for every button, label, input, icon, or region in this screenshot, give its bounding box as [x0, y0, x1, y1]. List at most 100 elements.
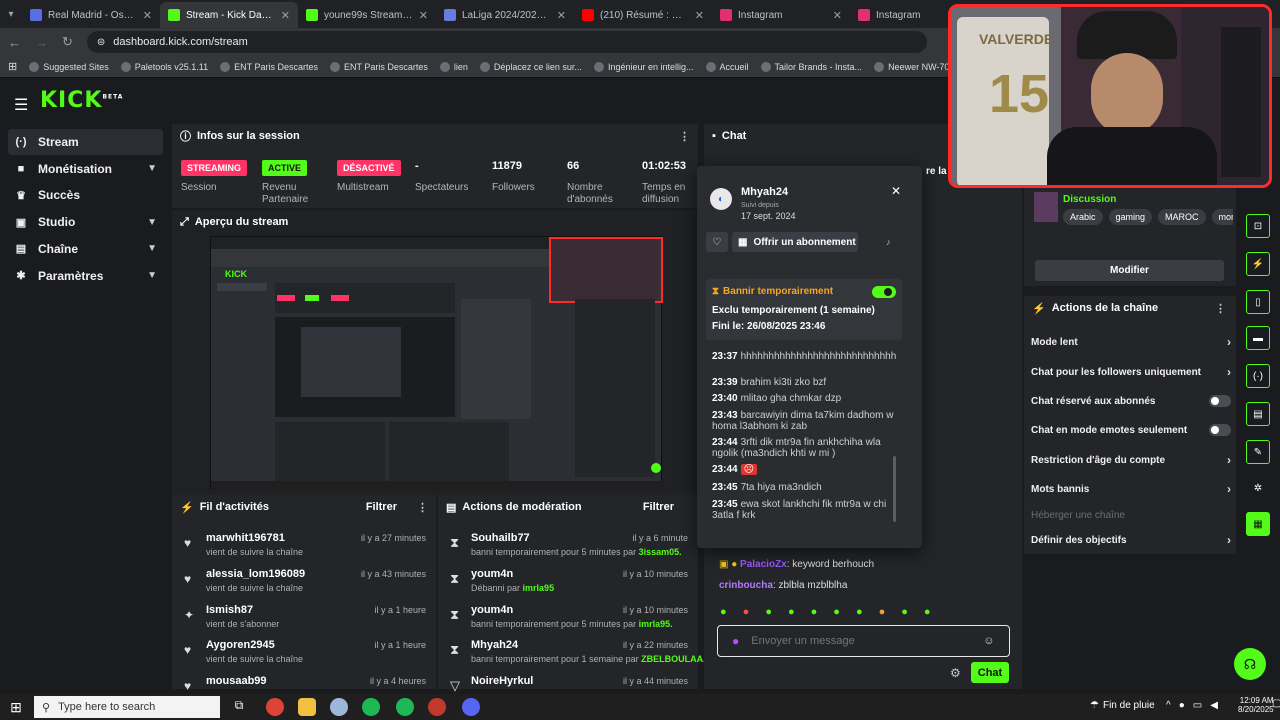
tab-close-icon[interactable]: ✕	[143, 9, 152, 22]
emote-icon[interactable]: ●	[924, 606, 931, 620]
more-icon[interactable]: ⋮	[1215, 302, 1226, 315]
toggle-switch[interactable]	[872, 286, 896, 298]
chevron-up-icon[interactable]: ^	[1166, 700, 1171, 711]
tag-pill[interactable]: moroc	[1211, 209, 1233, 225]
sidebar-item-1[interactable]: ■ Monétisation ▼	[8, 156, 163, 182]
windows-start-icon[interactable]: ⊞	[0, 699, 32, 716]
moderator-name[interactable]: 3issam05.	[639, 547, 682, 557]
browser-tab[interactable]: Real Madrid - Osasuna sc ✕	[22, 2, 160, 28]
bookmark-item[interactable]: Suggested Sites	[29, 61, 109, 72]
activity-item[interactable]: ✦ Ismish87 vient de s'abonner il y a 1 heur…	[180, 602, 430, 638]
layers-icon[interactable]: ▤	[1246, 402, 1270, 426]
spotify-icon[interactable]	[396, 698, 414, 716]
app-icon[interactable]	[428, 698, 446, 716]
chat-message[interactable]: crinboucha: zblbla mzblblha	[719, 580, 847, 591]
channel-action-item[interactable]: Mode lent ›	[1031, 332, 1231, 352]
emote-icon[interactable]: ●	[720, 606, 727, 620]
chat-message[interactable]: ▣ ● PalacioZx: keyword berhouch	[719, 559, 874, 570]
browser-tab[interactable]: Instagram ✕	[712, 2, 850, 28]
sidebar-item-0[interactable]: (·) Stream	[8, 129, 163, 155]
tab-close-icon[interactable]: ✕	[557, 9, 566, 22]
tab-close-icon[interactable]: ✕	[281, 9, 290, 22]
bookmark-item[interactable]: ENT Paris Descartes	[220, 61, 318, 72]
forward-icon[interactable]: →	[35, 35, 48, 50]
microphone-icon[interactable]: ●	[732, 634, 739, 648]
history-scrollbar[interactable]	[893, 456, 896, 522]
sidebar-item-2[interactable]: ♛ Succès	[8, 182, 163, 208]
emote-icon[interactable]: ●	[743, 606, 750, 620]
menu-icon[interactable]: ☰	[14, 95, 28, 115]
channel-action-item[interactable]: Chat en mode emotes seulement	[1031, 420, 1231, 440]
chat-username[interactable]: PalacioZx	[740, 559, 787, 570]
channel-action-item[interactable]: Chat pour les followers uniquement ›	[1031, 362, 1231, 382]
follow-heart-button[interactable]: ♡	[706, 232, 728, 252]
chat-message-input[interactable]	[751, 635, 972, 647]
bookmark-item[interactable]: Ingénieur en intellig...	[593, 61, 694, 72]
browser-tab[interactable]: LaLiga 2024/2025 classem ✕	[436, 2, 574, 28]
tab-close-icon[interactable]: ✕	[695, 9, 704, 22]
task-view-icon[interactable]: ⧉	[230, 698, 248, 716]
activity-filter-button[interactable]: Filtrer	[366, 501, 397, 513]
bookmark-item[interactable]: lien	[439, 61, 468, 72]
stream-preview-video[interactable]: KICK	[210, 236, 663, 491]
volume-icon[interactable]: ◀	[1210, 700, 1218, 711]
ban-toggle[interactable]	[872, 286, 896, 298]
url-field[interactable]: ⊜ dashboard.kick.com/stream	[86, 31, 927, 53]
scan-icon[interactable]: ⊡	[1246, 214, 1270, 238]
bolt-icon[interactable]: ⚡	[1246, 252, 1270, 276]
clock[interactable]: 12:09 AM 8/20/2025	[1238, 696, 1274, 714]
moderation-item[interactable]: ⧗ youm4n Débanni par imrla95 il y a 10 minu…	[444, 567, 692, 603]
channel-action-item[interactable]: Chat réservé aux abonnés	[1031, 391, 1231, 411]
emote-icon[interactable]: ●	[901, 606, 908, 620]
moderator-name[interactable]: imrla95.	[639, 619, 673, 629]
network-icon[interactable]: ▭	[1193, 700, 1202, 711]
apps-icon[interactable]: ⊞	[8, 60, 17, 73]
bookmark-item[interactable]: Tailor Brands - Insta...	[760, 61, 862, 72]
modify-button[interactable]: Modifier	[1035, 260, 1224, 281]
tab-close-icon[interactable]: ✕	[419, 9, 428, 22]
tag-pill[interactable]: gaming	[1108, 209, 1153, 225]
gift-sub-button[interactable]: ▦ Offrir un abonnement	[732, 232, 858, 252]
browser-tab[interactable]: Stream - Kick Dashboard ✕	[160, 2, 298, 28]
back-icon[interactable]: ←	[8, 35, 21, 50]
chat-username[interactable]: crinboucha	[719, 580, 773, 591]
moderator-name[interactable]: imrla95	[523, 583, 555, 593]
bookmark-item[interactable]: Paletools v25.1.11	[120, 61, 208, 72]
more-icon[interactable]: ⋮	[679, 130, 690, 143]
bookmark-item[interactable]: ENT Paris Descartes	[330, 61, 428, 72]
mute-icon[interactable]: ♪	[886, 237, 891, 247]
bookmark-item[interactable]: Déplacez ce lien sur...	[479, 61, 582, 72]
emote-icon[interactable]: ●	[811, 606, 818, 620]
chat-settings-gear-icon[interactable]: ⚙	[950, 666, 961, 680]
kick-logo[interactable]: KICKBETA	[40, 88, 123, 113]
category-name[interactable]: Discussion	[1063, 194, 1116, 205]
emote-icon[interactable]: ●	[833, 606, 840, 620]
activity-item[interactable]: ♥ marwhit196781 vient de suivre la chaîne i…	[180, 530, 430, 566]
weather-widget[interactable]: ☂ Fin de pluie	[1090, 700, 1155, 711]
mic-icon[interactable]: ●	[1179, 700, 1185, 711]
app-icon[interactable]	[362, 698, 380, 716]
moderator-name[interactable]: ZBELBOULAA.	[641, 654, 706, 664]
emote-icon[interactable]: ●	[856, 606, 863, 620]
chrome-icon[interactable]	[266, 698, 284, 716]
tag-pill[interactable]: Arabic	[1063, 209, 1103, 225]
emote-icon[interactable]: ●	[765, 606, 772, 620]
chat-send-button[interactable]: Chat	[971, 662, 1009, 683]
notifications-icon[interactable]: ▢	[1272, 698, 1280, 709]
tab-close-icon[interactable]: ✕	[833, 9, 842, 22]
tag-pill[interactable]: MAROC	[1158, 209, 1206, 225]
tab-search-icon[interactable]: ▾	[0, 2, 22, 28]
sidebar-item-5[interactable]: ✱ Paramètres ▼	[8, 263, 163, 289]
app-icon[interactable]	[330, 698, 348, 716]
channel-action-item[interactable]: Restriction d'âge du compte ›	[1031, 450, 1231, 470]
toggle-switch[interactable]	[1209, 395, 1231, 407]
moderation-item[interactable]: ⧗ youm4n banni temporairement pour 5 minut…	[444, 603, 692, 639]
support-headset-icon[interactable]: ☊	[1234, 648, 1266, 680]
browser-tab[interactable]: youne99s Stream - Watch ✕	[298, 2, 436, 28]
bookmark-item[interactable]: Accueil	[705, 61, 749, 72]
emote-icon[interactable]: ●	[879, 606, 886, 620]
emote-icon[interactable]: ●	[788, 606, 795, 620]
reload-icon[interactable]: ↻	[62, 34, 73, 50]
discord-icon[interactable]	[462, 698, 480, 716]
browser-tab[interactable]: (210) Résumé : MBAPPÉ s ✕	[574, 2, 712, 28]
